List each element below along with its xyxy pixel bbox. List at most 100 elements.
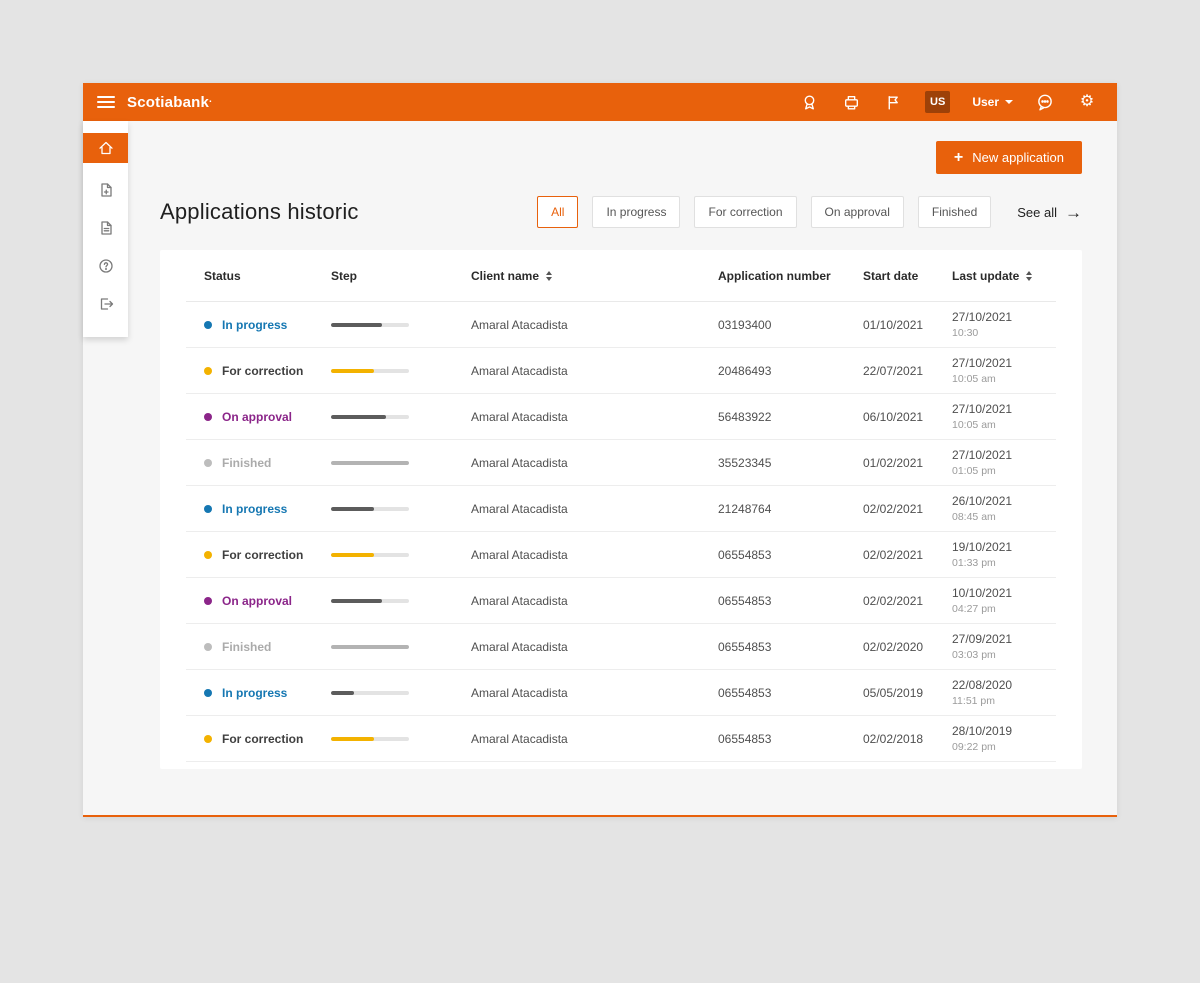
last-update-time: 10:05 am [952,373,996,385]
hamburger-menu-icon[interactable] [97,96,115,108]
see-all-link[interactable]: See all → [1017,204,1082,221]
status-dot [204,596,212,605]
application-number: 35523345 [718,455,772,470]
start-date: 02/02/2021 [863,593,924,608]
table-row[interactable]: For correction Amaral Atacadista 0655485… [186,532,1056,578]
sidebar [83,121,128,337]
progress-bar-fill [331,414,386,419]
table-body: In progress Amaral Atacadista 03193400 0… [186,302,1056,762]
page-title: Applications historic [160,199,359,224]
client-name: Amaral Atacadista [471,685,568,700]
progress-bar [331,368,409,373]
progress-bar [331,736,409,741]
printer-icon[interactable] [841,92,861,112]
client-name: Amaral Atacadista [471,547,568,562]
status-label: For correction [222,363,304,378]
table-row[interactable]: For correction Amaral Atacadista 0655485… [186,716,1056,762]
sidebar-item-logout[interactable] [83,285,128,323]
last-update-date: 27/10/2021 [952,310,1013,324]
client-name: Amaral Atacadista [471,317,568,332]
home-icon [98,141,113,155]
application-number: 20486493 [718,363,772,378]
chat-icon[interactable] [1035,92,1055,112]
filter-chip-all[interactable]: All [537,196,579,228]
topbar-actions: US User ⚙ [799,91,1097,113]
status-label: On approval [222,593,293,608]
start-date: 02/02/2018 [863,731,924,746]
application-number: 21248764 [718,501,772,516]
flag-icon[interactable] [883,92,903,112]
gear-icon[interactable]: ⚙ [1077,92,1097,112]
table-row[interactable]: Finished Amaral Atacadista 35523345 01/0… [186,440,1056,486]
last-update-time: 01:05 pm [952,465,996,477]
table-row[interactable]: For correction Amaral Atacadista 2048649… [186,348,1056,394]
status-label: In progress [222,501,288,516]
last-update-time: 10:30 [952,327,979,339]
progress-bar-fill [331,322,382,327]
client-name: Amaral Atacadista [471,731,568,746]
col-status: Status [204,268,241,283]
progress-bar [331,506,409,511]
application-number: 03193400 [718,317,772,332]
documents-icon [100,221,112,235]
client-name: Amaral Atacadista [471,639,568,654]
start-date: 06/10/2021 [863,409,924,424]
last-update-date: 27/10/2021 [952,448,1013,462]
last-update-date: 28/10/2019 [952,724,1013,738]
last-update-date: 27/09/2021 [952,632,1013,646]
status-dot [204,688,212,697]
col-last-update: Last update [952,269,1056,283]
sidebar-item-documents[interactable] [83,209,128,247]
country-selector[interactable]: US [925,91,951,113]
status-dot [204,734,212,743]
start-date: 01/10/2021 [863,317,924,332]
status-dot [204,412,212,421]
application-number: 06554853 [718,731,772,746]
table-row[interactable]: Finished Amaral Atacadista 06554853 02/0… [186,624,1056,670]
table-row[interactable]: On approval Amaral Atacadista 56483922 0… [186,394,1056,440]
filter-chip-finished[interactable]: Finished [917,196,992,228]
logout-icon [100,298,113,310]
table-row[interactable]: On approval Amaral Atacadista 06554853 0… [186,578,1056,624]
start-date: 05/05/2019 [863,685,924,700]
last-update-time: 09:22 pm [952,741,996,753]
plus-icon: + [953,148,964,166]
last-update-time: 01:33 pm [952,557,996,569]
filter-bar: All In progress For correction On approval F… [537,196,1082,228]
last-update-time: 11:51 pm [952,695,995,707]
progress-bar [331,322,409,327]
table-row[interactable]: In progress Amaral Atacadista 03193400 0… [186,302,1056,348]
start-date: 02/02/2020 [863,639,924,654]
award-icon[interactable] [799,92,819,112]
client-name: Amaral Atacadista [471,455,568,470]
sidebar-item-new-application[interactable] [83,171,128,209]
app-window: Scotiabank. US User ⚙ + New application … [83,83,1117,817]
last-update-date: 22/08/2020 [952,678,1013,692]
user-menu-label: User [972,95,999,109]
filter-chip-in-progress[interactable]: In progress [592,196,681,228]
last-update-time: 03:03 pm [952,649,996,661]
filter-chip-on-approval[interactable]: On approval [810,196,904,228]
status-label: In progress [222,685,288,700]
status-dot [204,320,212,329]
sidebar-item-help[interactable] [83,247,128,285]
last-update-time: 04:27 pm [952,603,996,615]
new-application-button[interactable]: + New application [935,141,1082,174]
client-name: Amaral Atacadista [471,409,568,424]
col-start-date: Start date [863,268,919,283]
table-row[interactable]: In progress Amaral Atacadista 21248764 0… [186,486,1056,532]
brand-trademark-dot: . [209,93,213,105]
client-name: Amaral Atacadista [471,501,568,516]
help-icon [98,259,113,273]
sort-icon[interactable] [546,270,553,281]
filter-chip-for-correction[interactable]: For correction [694,196,797,228]
sort-icon[interactable] [1026,270,1033,281]
progress-bar-fill [331,368,374,373]
start-date: 22/07/2021 [863,363,924,378]
table-row[interactable]: In progress Amaral Atacadista 06554853 0… [186,670,1056,716]
last-update-date: 26/10/2021 [952,494,1013,508]
last-update-date: 10/10/2021 [952,586,1013,600]
status-label: Finished [222,639,272,654]
user-menu[interactable]: User [972,95,1013,109]
sidebar-item-home[interactable] [83,133,128,163]
